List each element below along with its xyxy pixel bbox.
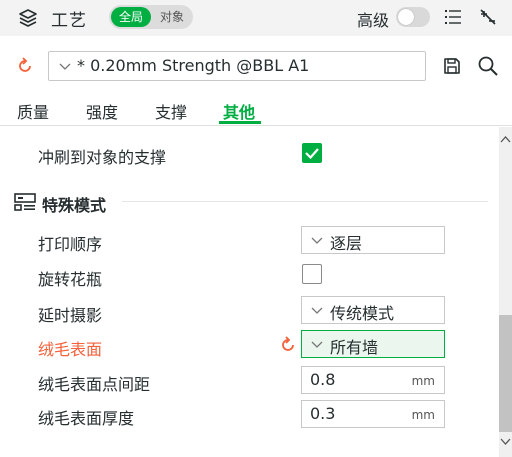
tab-support[interactable]: 支撑	[155, 99, 187, 123]
print-sequence-dropdown[interactable]: 逐层	[301, 226, 445, 254]
tab-divider	[0, 125, 512, 126]
flush-to-support-checkbox[interactable]	[302, 143, 322, 163]
spiral-vase-label: 旋转花瓶	[38, 270, 103, 289]
section-divider	[122, 201, 488, 202]
scope-object-option[interactable]: 对象	[153, 7, 191, 27]
fuzzy-skin-dropdown[interactable]: 所有墙	[301, 330, 445, 358]
spiral-vase-checkbox[interactable]	[302, 264, 322, 284]
chevron-down-icon	[311, 237, 323, 244]
panel-title: 工艺	[51, 11, 87, 31]
process-header: 工艺 全局 对象 高级	[0, 0, 512, 36]
tab-quality[interactable]: 质量	[17, 99, 49, 123]
chevron-down-icon	[311, 307, 323, 314]
scroll-down-arrow-icon[interactable]	[500, 436, 511, 446]
fuzzy-skin-point-distance-input[interactable]: 0.8 mm	[301, 366, 445, 394]
reset-icon[interactable]	[16, 57, 34, 75]
process-layers-icon	[19, 9, 37, 27]
advanced-switch-knob	[398, 9, 414, 25]
active-tab-indicator	[219, 121, 261, 124]
print-sequence-label: 打印顺序	[38, 235, 103, 254]
chevron-down-icon	[59, 63, 71, 70]
special-mode-icon	[14, 193, 36, 211]
section-title: 特殊模式	[42, 196, 107, 215]
list-icon[interactable]	[444, 8, 462, 26]
timelapse-label: 延时摄影	[38, 306, 103, 325]
reset-icon[interactable]	[279, 336, 297, 354]
timelapse-dropdown[interactable]: 传统模式	[301, 296, 445, 324]
advanced-label: 高级	[357, 11, 390, 30]
fuzzy-skin-label: 绒毛表面	[38, 340, 103, 359]
print-sequence-value: 逐层	[330, 234, 363, 253]
fuzzy-skin-point-distance-value: 0.8	[310, 370, 336, 389]
fuzzy-skin-value: 所有墙	[330, 338, 379, 357]
scrollbar-thumb[interactable]	[499, 315, 512, 432]
flush-to-support-label: 冲刷到对象的支撑	[38, 148, 167, 167]
fuzzy-skin-thickness-label: 绒毛表面厚度	[38, 409, 135, 428]
fuzzy-skin-thickness-input[interactable]: 0.3 mm	[301, 400, 445, 428]
unit-label: mm	[411, 374, 435, 388]
search-icon[interactable]	[477, 55, 499, 77]
tab-others[interactable]: 其他	[223, 99, 255, 123]
checkmark-icon	[305, 148, 319, 160]
save-icon[interactable]	[443, 57, 461, 75]
compare-icon[interactable]	[478, 7, 498, 27]
timelapse-value: 传统模式	[330, 304, 395, 323]
scroll-up-arrow-icon[interactable]	[500, 135, 511, 145]
preset-name: * 0.20mm Strength @BBL A1	[77, 56, 310, 75]
tab-strength[interactable]: 强度	[86, 99, 118, 123]
fuzzy-skin-thickness-value: 0.3	[310, 404, 336, 423]
fuzzy-skin-point-distance-label: 绒毛表面点间距	[38, 375, 151, 394]
preset-select[interactable]: * 0.20mm Strength @BBL A1	[48, 51, 426, 81]
unit-label: mm	[411, 408, 435, 422]
advanced-switch[interactable]	[396, 7, 430, 27]
scope-toggle[interactable]: 全局 对象	[109, 5, 193, 29]
chevron-down-icon	[311, 341, 323, 348]
scope-global-option[interactable]: 全局	[111, 7, 151, 27]
